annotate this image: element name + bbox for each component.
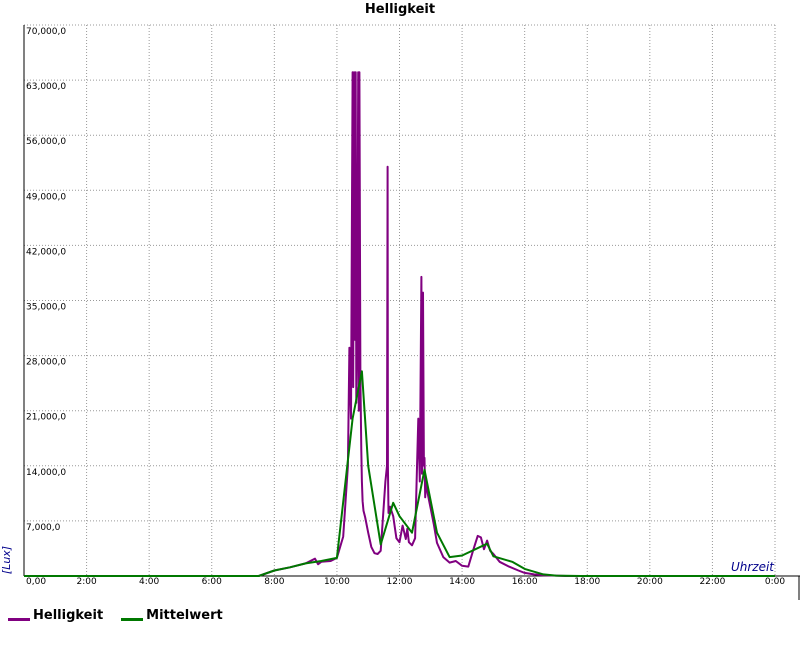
y-tick-label: 14,000,0 <box>26 468 66 478</box>
grid-lines <box>24 24 776 576</box>
x-tick-label: 22:00 <box>699 577 725 587</box>
y-tick-label: 56,000,0 <box>26 137 66 147</box>
x-tick-label: 4:00 <box>139 577 159 587</box>
x-tick-label: 18:00 <box>574 577 600 587</box>
legend-label-mittelwert: Mittelwert <box>146 608 223 623</box>
brightness-chart: Helligkeit 7,000,0 14,000,0 21,000,0 28,000… <box>0 2 800 600</box>
chart-title: Helligkeit <box>365 2 435 17</box>
y-tick-label: 7,000,0 <box>26 523 61 533</box>
legend: Helligkeit Mittelwert <box>8 608 223 623</box>
series-line-mittelwert <box>24 370 775 577</box>
y-axis-label: [Lux] <box>0 546 13 574</box>
legend-item-mittelwert: Mittelwert <box>121 608 223 623</box>
y-tick-label: 49,000,0 <box>26 192 66 202</box>
legend-swatch-helligkeit <box>8 618 30 621</box>
x-tick-label: 0:00 <box>765 577 785 587</box>
x-tick-label: 6:00 <box>202 577 222 587</box>
y-tick-label: 21,000,0 <box>26 413 66 423</box>
y-tick-label: 70,000,0 <box>26 27 66 37</box>
y-tick-label: 28,000,0 <box>26 358 66 368</box>
series-lines <box>24 71 775 577</box>
y-tick-label: 35,000,0 <box>26 303 66 313</box>
x-tick-label: 14:00 <box>449 577 475 587</box>
x-tick-label: 16:00 <box>512 577 538 587</box>
x-tick-labels: 0,00 2:00 4:00 6:00 8:00 10:00 12:00 14:00 16:00… <box>26 577 785 587</box>
series-line-helligkeit <box>24 71 775 577</box>
y-tick-labels: 7,000,0 14,000,0 21,000,0 28,000,0 35,000,0 4… <box>26 27 66 533</box>
y-tick-label: 42,000,0 <box>26 247 66 257</box>
axes <box>23 25 800 600</box>
y-tick-label: 63,000,0 <box>26 82 66 92</box>
x-tick-label: 2:00 <box>76 577 96 587</box>
x-tick-label: 10:00 <box>324 577 350 587</box>
legend-swatch-mittelwert <box>121 618 144 621</box>
legend-label-helligkeit: Helligkeit <box>33 608 104 623</box>
legend-item-helligkeit: Helligkeit <box>8 608 103 623</box>
x-tick-label: 12:00 <box>387 577 413 587</box>
x-tick-label: 20:00 <box>637 577 663 587</box>
x-tick-label: 8:00 <box>264 577 284 587</box>
x-axis-label: Uhrzeit <box>731 560 775 574</box>
x-tick-label: 0,00 <box>26 577 46 587</box>
